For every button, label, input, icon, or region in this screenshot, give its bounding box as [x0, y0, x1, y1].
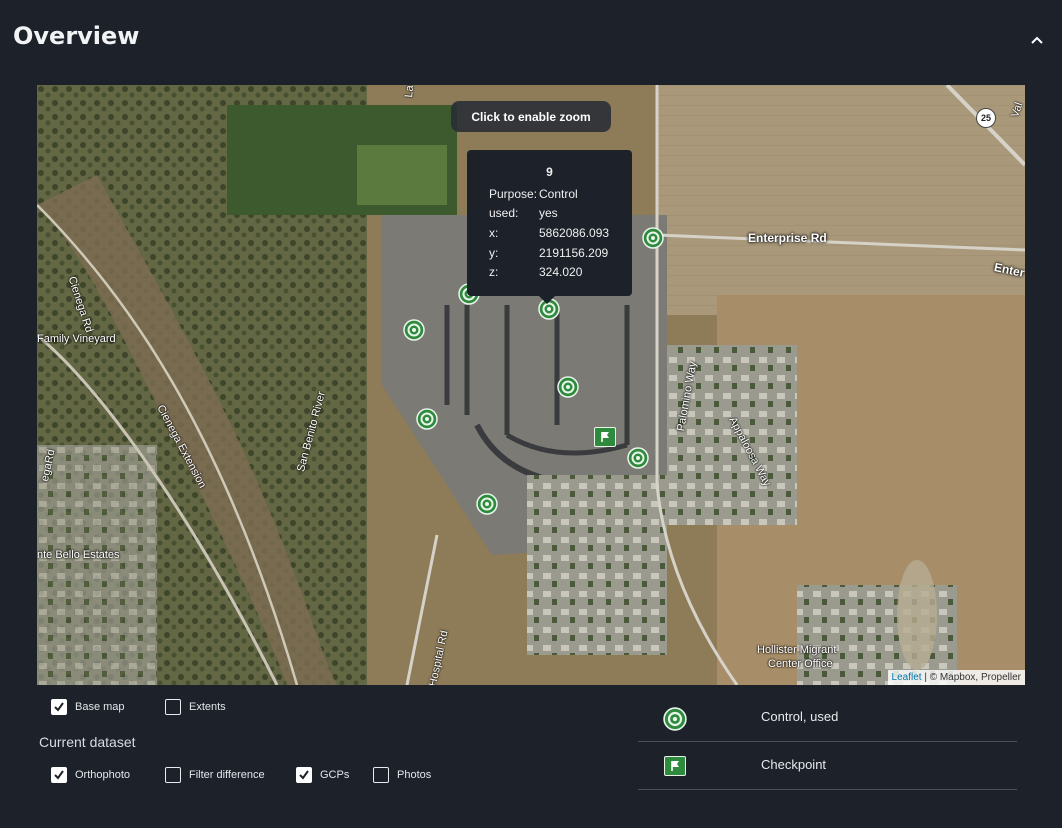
control-used-icon — [663, 707, 687, 731]
checkbox-unchecked-icon — [165, 767, 181, 783]
map-attribution: Leaflet | © Mapbox, Propeller — [887, 670, 1025, 685]
legend-row-control-used: Control, used — [638, 693, 1017, 742]
map-label-family-vineyard: Family Vineyard — [37, 333, 116, 345]
filter-difference-checkbox[interactable]: Filter difference — [165, 767, 265, 783]
gcps-label: GCPs — [320, 769, 350, 781]
legend-label: Checkpoint — [761, 757, 827, 772]
route-25-label: 25 — [980, 113, 991, 123]
map-label-center-office: Center Office — [768, 658, 833, 670]
gcp-control-used-icon[interactable] — [476, 493, 498, 515]
orthophoto-label: Orthophoto — [75, 769, 131, 781]
flag-glyph-icon — [601, 432, 609, 442]
map-view[interactable]: Enterprise Rd Enter Cienega Rd Family Vi… — [37, 85, 1025, 685]
legend-row-checkpoint: Checkpoint — [638, 741, 1017, 790]
current-dataset-heading: Current dataset — [39, 734, 136, 750]
checkpoint-flag-icon — [664, 756, 686, 776]
checkbox-unchecked-icon — [165, 699, 181, 715]
gcps-checkbox[interactable]: GCPs — [296, 767, 349, 783]
popup-row-purpose: Purpose: Control — [489, 187, 578, 201]
extents-label: Extents — [189, 701, 226, 713]
popup-row-z: z: 324.020 — [489, 265, 583, 279]
popup-title: 9 — [546, 165, 553, 179]
legend-label: Control, used — [761, 709, 839, 724]
map-label-la: La — [403, 85, 417, 99]
map-label-hollister-migrant: Hollister Migrant — [757, 644, 837, 656]
chevron-up-icon[interactable] — [1030, 34, 1044, 46]
attribution-text: | © Mapbox, Propeller — [921, 672, 1021, 683]
base-map-label: Base map — [75, 701, 125, 713]
map-label-monte-bello: nte Bello Estates — [37, 549, 120, 561]
popup-row-y: y: 2191156.209 — [489, 246, 609, 260]
filter-difference-label: Filter difference — [189, 769, 265, 781]
popup-caret — [539, 296, 555, 304]
gcp-control-used-icon[interactable] — [557, 376, 579, 398]
popup-row-used: used: yes — [489, 206, 558, 220]
base-map-checkbox[interactable]: Base map — [51, 699, 125, 715]
checkpoint-flag-icon[interactable] — [594, 427, 616, 447]
photos-checkbox[interactable]: Photos — [373, 767, 431, 783]
checkbox-unchecked-icon — [373, 767, 389, 783]
gcp-control-used-icon[interactable] — [416, 408, 438, 430]
checkbox-checked-icon — [51, 699, 67, 715]
gcp-control-used-icon[interactable] — [627, 447, 649, 469]
checkbox-checked-icon — [51, 767, 67, 783]
extents-checkbox[interactable]: Extents — [165, 699, 226, 715]
page-title: Overview — [13, 22, 140, 50]
enable-zoom-hint[interactable]: Click to enable zoom — [451, 101, 611, 132]
gcp-control-used-icon[interactable] — [642, 227, 664, 249]
gcp-control-used-icon[interactable] — [403, 319, 425, 341]
orthophoto-checkbox[interactable]: Orthophoto — [51, 767, 130, 783]
checkbox-checked-icon — [296, 767, 312, 783]
popup-row-x: x: 5862086.093 — [489, 226, 610, 240]
gcp-popup: 9 Purpose: Control used: yes x: 5862086.093… — [467, 150, 632, 304]
photos-label: Photos — [397, 769, 432, 781]
leaflet-link[interactable]: Leaflet — [892, 672, 922, 683]
map-label-enterprise-rd: Enterprise Rd — [748, 231, 827, 245]
route-25-shield: 25 — [976, 108, 996, 128]
